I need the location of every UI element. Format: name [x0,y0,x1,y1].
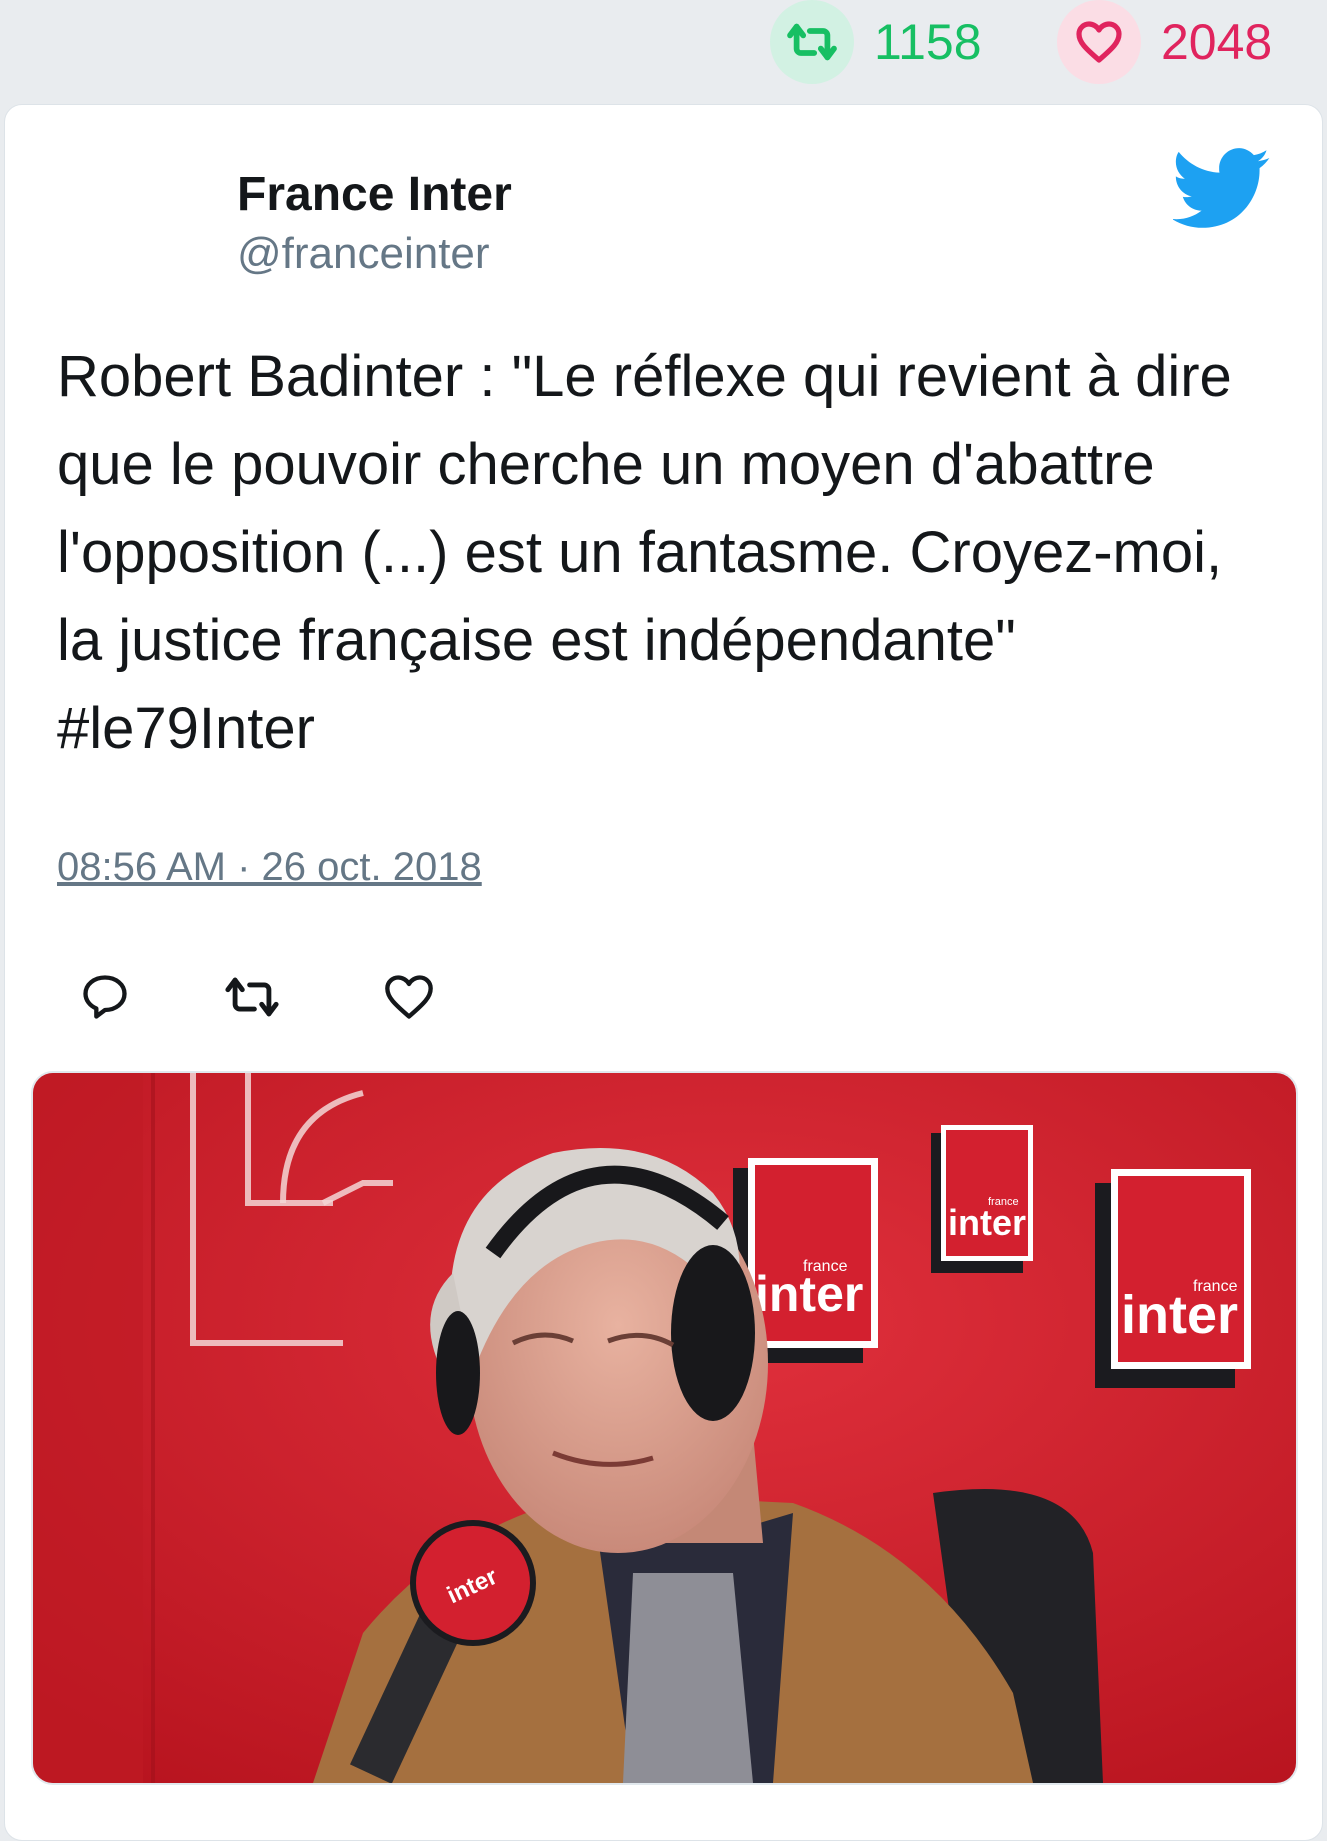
author-name[interactable]: France Inter [237,167,512,222]
reply-icon [83,975,127,1019]
like-button[interactable] [379,967,439,1027]
heart-icon[interactable] [1057,0,1141,84]
tweet-stats-bar: 1158 2048 [0,0,1327,100]
reply-button[interactable] [75,967,135,1027]
logo-large-text: inter [948,1202,1026,1243]
logo-large-text: inter [755,1266,863,1322]
retweet-icon[interactable] [770,0,854,84]
retweet-icon [225,977,279,1017]
retweet-button[interactable] [222,967,282,1027]
author-handle[interactable]: @franceinter [237,229,490,279]
logo-large-text: inter [1121,1285,1238,1345]
retweet-count: 1158 [874,14,982,70]
retweet-stat[interactable]: 1158 [770,0,982,84]
tweet-card: France Inter @franceinter Robert Badinte… [4,104,1323,1841]
like-count: 2048 [1161,14,1273,70]
tweet-media-image[interactable]: france inter france inter france inter i… [31,1071,1298,1785]
twitter-bird-icon [1171,147,1271,231]
studio-photo: france inter france inter france inter i… [33,1073,1296,1783]
like-stat[interactable]: 2048 [1057,0,1272,84]
heart-icon [385,975,433,1019]
france-inter-logo: france inter [1095,1169,1251,1388]
france-inter-logo: france inter [931,1125,1033,1273]
tweet-text: Robert Badinter : "Le réflexe qui revien… [57,344,1232,761]
tweet-timestamp[interactable]: 08:56 AM · 26 oct. 2018 [57,845,482,890]
